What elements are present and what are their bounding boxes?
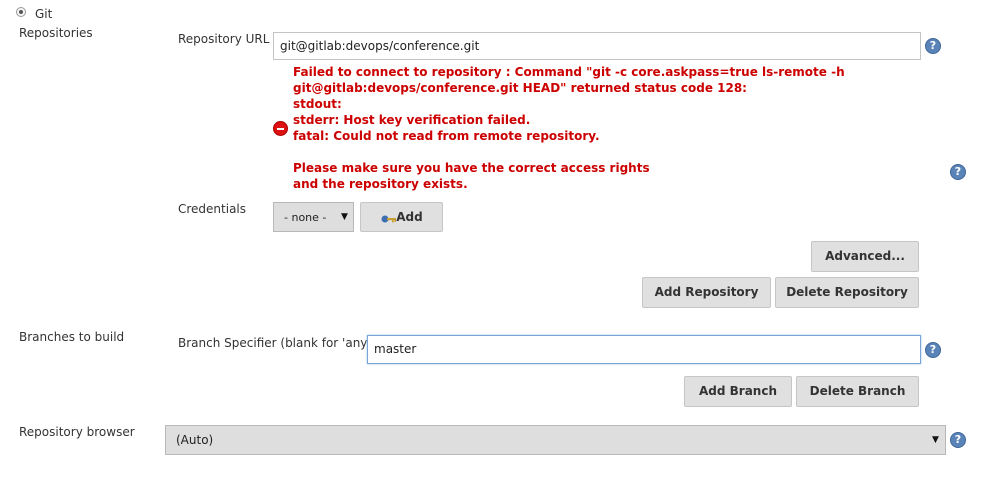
error-line: stderr: Host key verification failed. <box>293 113 531 127</box>
error-line: stdout: <box>293 97 342 111</box>
help-icon[interactable]: ? <box>950 164 966 180</box>
error-line: and the repository exists. <box>293 177 468 191</box>
help-icon[interactable]: ? <box>950 432 966 448</box>
key-icon <box>381 215 396 223</box>
add-branch-button[interactable]: Add Branch <box>684 376 792 407</box>
chevron-down-icon: ▼ <box>932 435 939 445</box>
chevron-down-icon: ▼ <box>341 212 348 222</box>
delete-repository-button[interactable]: Delete Repository <box>775 277 919 308</box>
help-icon[interactable]: ? <box>925 38 941 54</box>
credentials-select[interactable]: - none - ▼ <box>273 202 354 232</box>
git-radio[interactable] <box>16 7 26 17</box>
error-icon <box>273 121 288 136</box>
branch-specifier-input[interactable]: master <box>367 335 921 364</box>
repository-browser-select[interactable]: (Auto) ▼ <box>165 425 946 455</box>
add-credentials-label: Add <box>396 210 423 224</box>
branch-specifier-label: Branch Specifier (blank for 'any') <box>178 336 376 350</box>
help-icon[interactable]: ? <box>925 342 941 358</box>
repository-error-message: Failed to connect to repository : Comman… <box>293 64 845 192</box>
git-label: Git <box>35 7 53 21</box>
error-line <box>293 144 845 160</box>
delete-branch-button[interactable]: Delete Branch <box>796 376 919 407</box>
error-line: git@gitlab:devops/conference.git HEAD" r… <box>293 81 747 95</box>
error-line: fatal: Could not read from remote reposi… <box>293 129 600 143</box>
error-line: Please make sure you have the correct ac… <box>293 161 650 175</box>
repository-browser-selected: (Auto) <box>176 433 214 447</box>
repository-url-label: Repository URL <box>178 32 270 46</box>
repository-browser-label: Repository browser <box>19 425 135 439</box>
branches-section-label: Branches to build <box>19 330 125 344</box>
error-line: Failed to connect to repository : Comman… <box>293 65 845 79</box>
repository-url-input[interactable]: git@gitlab:devops/conference.git <box>273 32 921 60</box>
add-credentials-button[interactable]: Add <box>360 202 443 232</box>
add-repository-button[interactable]: Add Repository <box>642 277 771 308</box>
credentials-label: Credentials <box>178 202 247 216</box>
advanced-button[interactable]: Advanced... <box>811 241 919 272</box>
repositories-section-label: Repositories <box>19 26 93 40</box>
credentials-selected-value: - none - <box>284 211 327 224</box>
